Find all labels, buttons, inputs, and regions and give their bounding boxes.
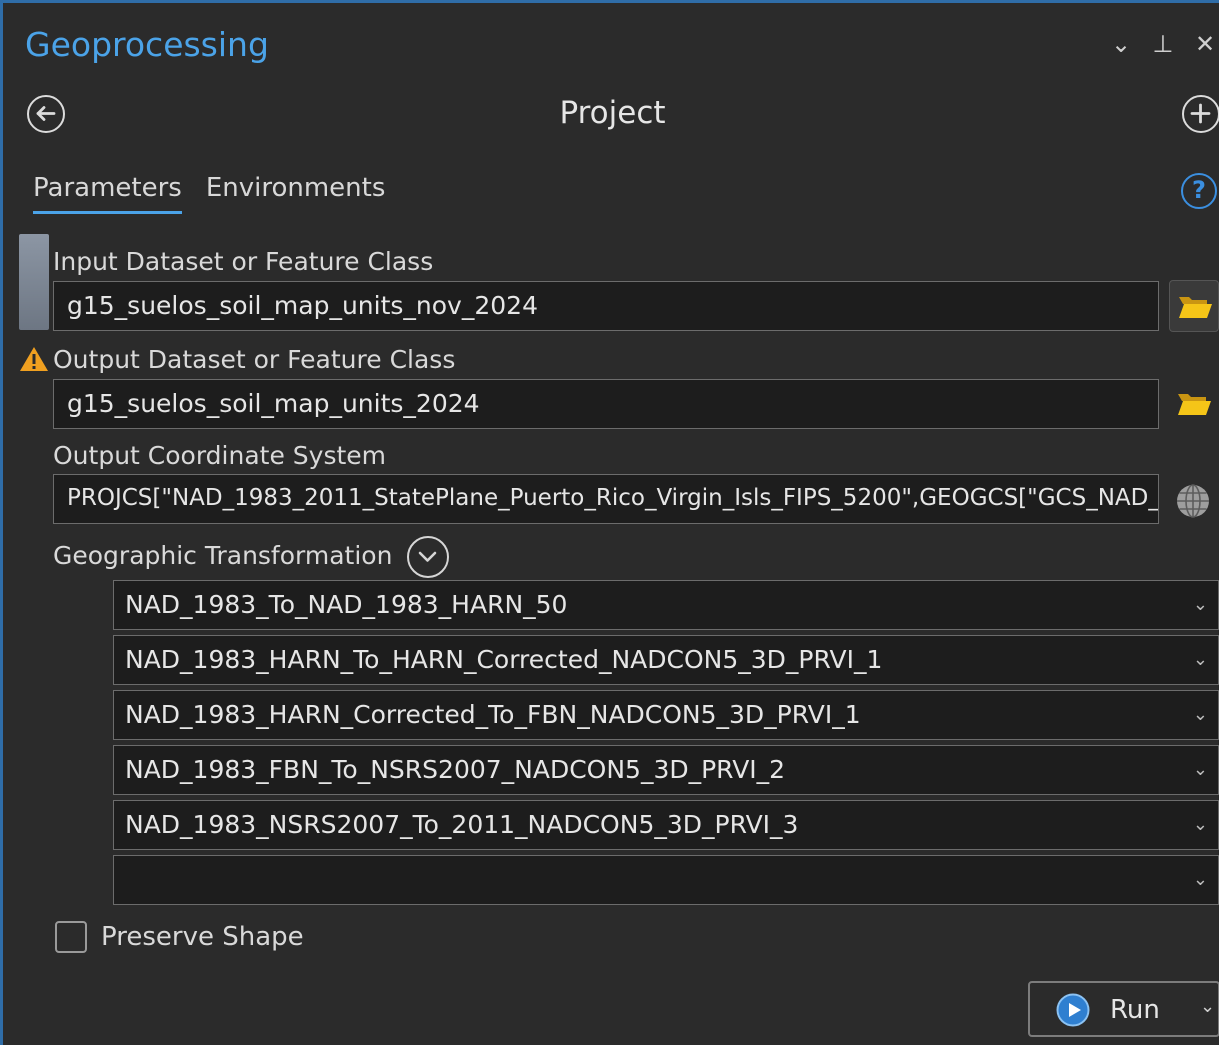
preserve-shape-label[interactable]: Preserve Shape (101, 922, 304, 952)
plus-icon (1190, 103, 1211, 124)
folder-icon (1178, 394, 1211, 415)
coordinate-system-field[interactable]: PROJCS["NAD_1983_2011_StatePlane_Puerto_… (53, 474, 1159, 524)
transformation-dropdown-empty[interactable]: ⌄ (113, 855, 1219, 905)
add-button[interactable] (1182, 95, 1219, 133)
transformation-value: NAD_1983_NSRS2007_To_2011_NADCON5_3D_PRV… (125, 810, 799, 839)
input-dataset-label: Input Dataset or Feature Class (53, 247, 434, 276)
preserve-shape-checkbox[interactable] (55, 921, 87, 953)
chevron-down-icon: ⌄ (1192, 814, 1208, 835)
run-button[interactable]: Run ⌄ (1028, 981, 1219, 1037)
tab-environments[interactable]: Environments (206, 173, 386, 214)
folder-icon (1179, 297, 1212, 318)
chevron-down-icon: ⌄ (1192, 759, 1208, 780)
input-dataset-field[interactable]: g15_suelos_soil_map_units_nov_2024 (53, 281, 1159, 331)
options-chevron-icon[interactable]: ⌄ (1107, 29, 1135, 59)
geoprocessing-pane: Geoprocessing ⌄ ⊥ ✕ Project Parameters E… (0, 0, 1219, 1045)
output-dataset-label: Output Dataset or Feature Class (53, 345, 456, 374)
transformation-dropdown-4[interactable]: NAD_1983_FBN_To_NSRS2007_NADCON5_3D_PRVI… (113, 745, 1219, 795)
run-label: Run (1110, 995, 1160, 1025)
tab-parameters[interactable]: Parameters (33, 173, 182, 214)
chevron-down-icon: ⌄ (1192, 594, 1208, 615)
transformation-value: NAD_1983_HARN_Corrected_To_FBN_NADCON5_3… (125, 700, 861, 729)
transformation-value: NAD_1983_HARN_To_HARN_Corrected_NADCON5_… (125, 645, 883, 674)
coordinate-system-label: Output Coordinate System (53, 441, 387, 470)
geographic-transformation-label: Geographic Transformation (53, 541, 393, 570)
close-icon[interactable]: ✕ (1191, 29, 1219, 59)
output-dataset-field[interactable]: g15_suelos_soil_map_units_2024 (53, 379, 1159, 429)
transformation-dropdown-3[interactable]: NAD_1983_HARN_Corrected_To_FBN_NADCON5_3… (113, 690, 1219, 740)
transformation-dropdown-2[interactable]: NAD_1983_HARN_To_HARN_Corrected_NADCON5_… (113, 635, 1219, 685)
tab-bar: Parameters Environments (33, 173, 385, 214)
transformation-value: NAD_1983_FBN_To_NSRS2007_NADCON5_3D_PRVI… (125, 755, 786, 784)
geographic-transformation-toggle[interactable] (407, 536, 449, 578)
pane-window-controls: ⌄ ⊥ ✕ (1107, 29, 1219, 59)
selected-parameter-indicator (19, 234, 49, 330)
chevron-down-icon: ⌄ (1192, 649, 1208, 670)
help-icon[interactable]: ? (1181, 173, 1217, 209)
chevron-down-icon (418, 551, 437, 562)
tool-title: Project (559, 95, 666, 131)
transformation-dropdown-5[interactable]: NAD_1983_NSRS2007_To_2011_NADCON5_3D_PRV… (113, 800, 1219, 850)
chevron-down-icon: ⌄ (1192, 704, 1208, 725)
chevron-down-icon: ⌄ (1192, 869, 1208, 890)
preserve-shape-row: Preserve Shape (55, 921, 304, 953)
pane-title: Geoprocessing (25, 25, 269, 64)
run-options-chevron-icon[interactable]: ⌄ (1200, 996, 1215, 1017)
play-icon (1056, 993, 1090, 1027)
globe-icon[interactable] (1173, 481, 1213, 521)
transformation-value: NAD_1983_To_NAD_1983_HARN_50 (125, 590, 568, 619)
pin-icon[interactable]: ⊥ (1149, 29, 1177, 59)
tool-header: Project (3, 87, 1219, 141)
transformation-dropdown-1[interactable]: NAD_1983_To_NAD_1983_HARN_50 ⌄ (113, 580, 1219, 630)
input-browse-button[interactable] (1169, 280, 1219, 332)
warning-icon (20, 347, 48, 371)
output-browse-button[interactable] (1169, 378, 1219, 430)
